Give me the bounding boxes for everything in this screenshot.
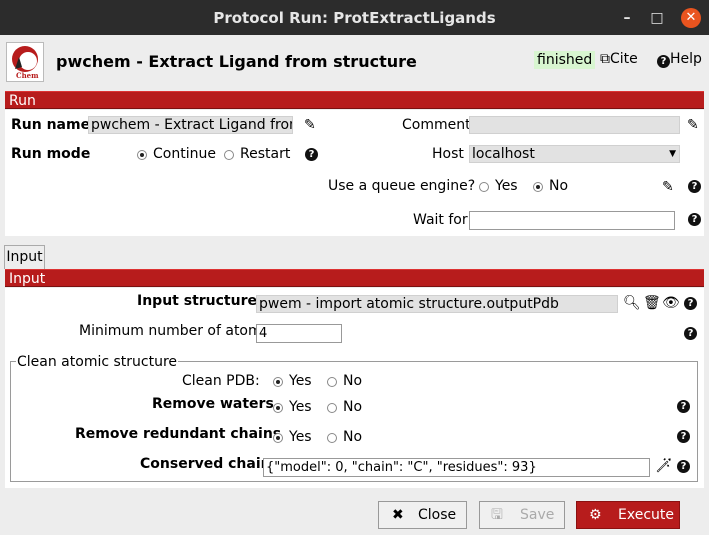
- clean-pdb-label: Clean PDB:: [182, 373, 260, 389]
- close-button-label: Close: [418, 507, 457, 523]
- min-atoms-input[interactable]: 4: [256, 324, 342, 343]
- status-badge: finished: [534, 51, 596, 69]
- remove-waters-yes-radio[interactable]: [273, 403, 283, 413]
- queue-no-label: No: [549, 178, 569, 194]
- chevron-down-icon: ▼: [669, 149, 676, 159]
- remove-waters-help-icon[interactable]: ?: [677, 400, 690, 413]
- remove-waters-yes-label: Yes: [289, 399, 312, 415]
- clean-structure-title: Clean atomic structure: [16, 354, 179, 370]
- remove-waters-no-radio[interactable]: [327, 403, 337, 413]
- window-titlebar: Protocol Run: ProtExtractLigands – □ ✕: [0, 0, 709, 35]
- queue-yes-radio[interactable]: [479, 182, 489, 192]
- remove-waters-label: Remove waters: [152, 396, 274, 412]
- run-mode-restart-label: Restart: [240, 146, 291, 162]
- queue-help-icon[interactable]: ?: [688, 180, 701, 193]
- edit-queue-icon[interactable]: ✎: [662, 180, 674, 194]
- host-value: localhost: [472, 146, 535, 162]
- min-atoms-label: Minimum number of atoms:: [79, 323, 274, 339]
- eye-icon[interactable]: 👁︎: [662, 296, 680, 310]
- clean-pdb-yes-label: Yes: [289, 373, 312, 389]
- trash-icon[interactable]: 🗑︎: [643, 296, 661, 310]
- input-structure-field[interactable]: pwem - import atomic structure.outputPdb: [256, 295, 618, 313]
- wizard-wand-icon[interactable]: 🪄︎: [655, 459, 673, 473]
- close-button[interactable]: ✖ Close: [378, 501, 467, 529]
- clean-pdb-yes-radio[interactable]: [273, 377, 283, 387]
- queue-label: Use a queue engine?: [328, 178, 476, 194]
- cite-link[interactable]: ⧉Cite: [600, 51, 638, 67]
- wait-for-help-icon[interactable]: ?: [688, 213, 701, 226]
- remove-waters-no-label: No: [343, 399, 363, 415]
- conserved-chain-label: Conserved chain: [140, 456, 271, 472]
- chem-logo: Chem: [6, 42, 44, 82]
- close-x-icon: ✖: [392, 507, 404, 523]
- run-mode-help-icon[interactable]: ?: [305, 148, 318, 161]
- remove-redundant-no-label: No: [343, 429, 363, 445]
- cite-label: Cite: [610, 51, 638, 67]
- save-button-label: Save: [520, 507, 555, 523]
- input-section-bar: Input: [5, 269, 704, 287]
- conserved-chain-help-icon[interactable]: ?: [677, 460, 690, 473]
- wait-for-label: Wait for: [413, 212, 468, 228]
- remove-redundant-help-icon[interactable]: ?: [677, 430, 690, 443]
- help-link[interactable]: ? Help: [657, 51, 702, 68]
- comment-label: Comment: [402, 117, 471, 133]
- help-icon: ?: [657, 55, 670, 68]
- clean-pdb-no-radio[interactable]: [327, 377, 337, 387]
- edit-comment-icon[interactable]: ✎: [687, 118, 699, 132]
- wait-for-input[interactable]: [469, 211, 675, 230]
- save-disk-icon: 🖫: [491, 507, 503, 523]
- host-select[interactable]: localhost ▼: [469, 145, 680, 163]
- search-icon[interactable]: 🔍︎: [623, 296, 641, 310]
- window-title: Protocol Run: ProtExtractLigands: [213, 9, 496, 27]
- host-label: Host: [432, 146, 464, 162]
- remove-redundant-yes-radio[interactable]: [273, 433, 283, 443]
- queue-yes-label: Yes: [495, 178, 518, 194]
- conserved-chain-input[interactable]: {"model": 0, "chain": "C", "residues": 9…: [263, 458, 650, 477]
- tab-input-label: Input: [6, 249, 43, 265]
- protocol-name: pwchem - Extract Ligand from structure: [56, 52, 417, 71]
- input-structure-help-icon[interactable]: ?: [684, 297, 697, 310]
- remove-redundant-label: Remove redundant chains: [75, 426, 282, 442]
- run-mode-label: Run mode: [11, 146, 91, 162]
- run-section-bar: Run: [5, 91, 704, 109]
- run-mode-continue-radio[interactable]: [137, 150, 147, 160]
- comment-input[interactable]: [469, 116, 680, 134]
- gears-icon: ⚙: [589, 507, 602, 523]
- edit-run-name-icon[interactable]: ✎: [304, 118, 316, 132]
- external-link-icon: ⧉: [600, 51, 610, 67]
- save-button[interactable]: 🖫 Save: [479, 501, 565, 529]
- run-name-label: Run name: [11, 117, 91, 133]
- remove-redundant-yes-label: Yes: [289, 429, 312, 445]
- run-mode-continue-label: Continue: [153, 146, 216, 162]
- help-label: Help: [670, 51, 702, 67]
- tab-input[interactable]: Input: [4, 245, 45, 269]
- queue-no-radio[interactable]: [533, 182, 543, 192]
- input-structure-label: Input structure:: [137, 293, 263, 309]
- close-window-button[interactable]: ✕: [681, 8, 701, 28]
- run-mode-restart-radio[interactable]: [224, 150, 234, 160]
- execute-button[interactable]: ⚙ Execute: [576, 501, 680, 529]
- execute-button-label: Execute: [618, 507, 674, 523]
- logo-text: Chem: [16, 71, 39, 80]
- clean-pdb-no-label: No: [343, 373, 363, 389]
- run-name-input[interactable]: pwchem - Extract Ligand from st: [88, 116, 293, 134]
- min-atoms-help-icon[interactable]: ?: [684, 327, 697, 340]
- minimize-button[interactable]: –: [617, 8, 637, 28]
- maximize-button[interactable]: □: [647, 8, 667, 28]
- remove-redundant-no-radio[interactable]: [327, 433, 337, 443]
